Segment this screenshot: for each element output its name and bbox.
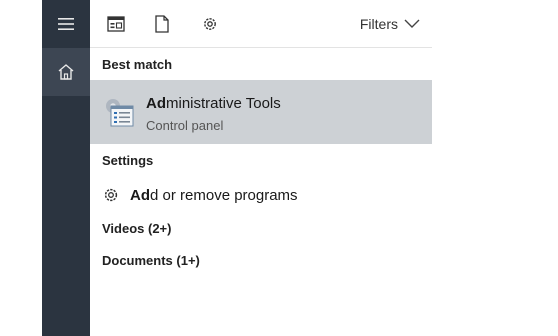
result-subtitle: Control panel — [146, 118, 224, 133]
result-title-rest: ministrative Tools — [166, 95, 281, 112]
documents-filter-button[interactable] — [150, 12, 174, 36]
apps-icon — [107, 16, 125, 32]
filters-label: Filters — [359, 16, 398, 32]
documents-group[interactable]: Documents (1+) — [102, 253, 200, 268]
best-match-heading: Best match — [102, 57, 173, 72]
settings-icon — [204, 18, 216, 30]
home-icon — [58, 64, 74, 80]
home-button[interactable] — [42, 48, 90, 96]
result-title: Administrative Tools — [146, 95, 281, 112]
settings-heading: Settings — [102, 153, 154, 168]
add-remove-programs-result[interactable]: Add or remove programs — [90, 182, 432, 208]
setting-label-rest: d or remove programs — [150, 187, 298, 204]
setting-label-match: Ad — [130, 187, 150, 204]
apps-filter-button[interactable] — [104, 12, 128, 36]
nav-rail — [42, 0, 90, 336]
setting-label: Add or remove programs — [130, 187, 298, 204]
menu-button[interactable] — [42, 0, 90, 48]
filter-toolbar: Filters — [90, 0, 432, 48]
videos-group[interactable]: Videos (2+) — [102, 221, 171, 236]
gear-icon — [104, 188, 118, 202]
search-results-panel: Filters Best match Administrative Tools … — [90, 0, 432, 336]
best-match-result[interactable]: Administrative Tools Control panel — [90, 80, 432, 144]
administrative-tools-icon — [106, 99, 134, 127]
result-title-match: Ad — [146, 95, 166, 112]
chevron-down-icon — [404, 19, 420, 28]
documents-icon — [155, 15, 169, 33]
hamburger-icon — [58, 18, 74, 30]
settings-filter-button[interactable] — [198, 12, 222, 36]
filters-dropdown[interactable]: Filters — [360, 14, 420, 34]
